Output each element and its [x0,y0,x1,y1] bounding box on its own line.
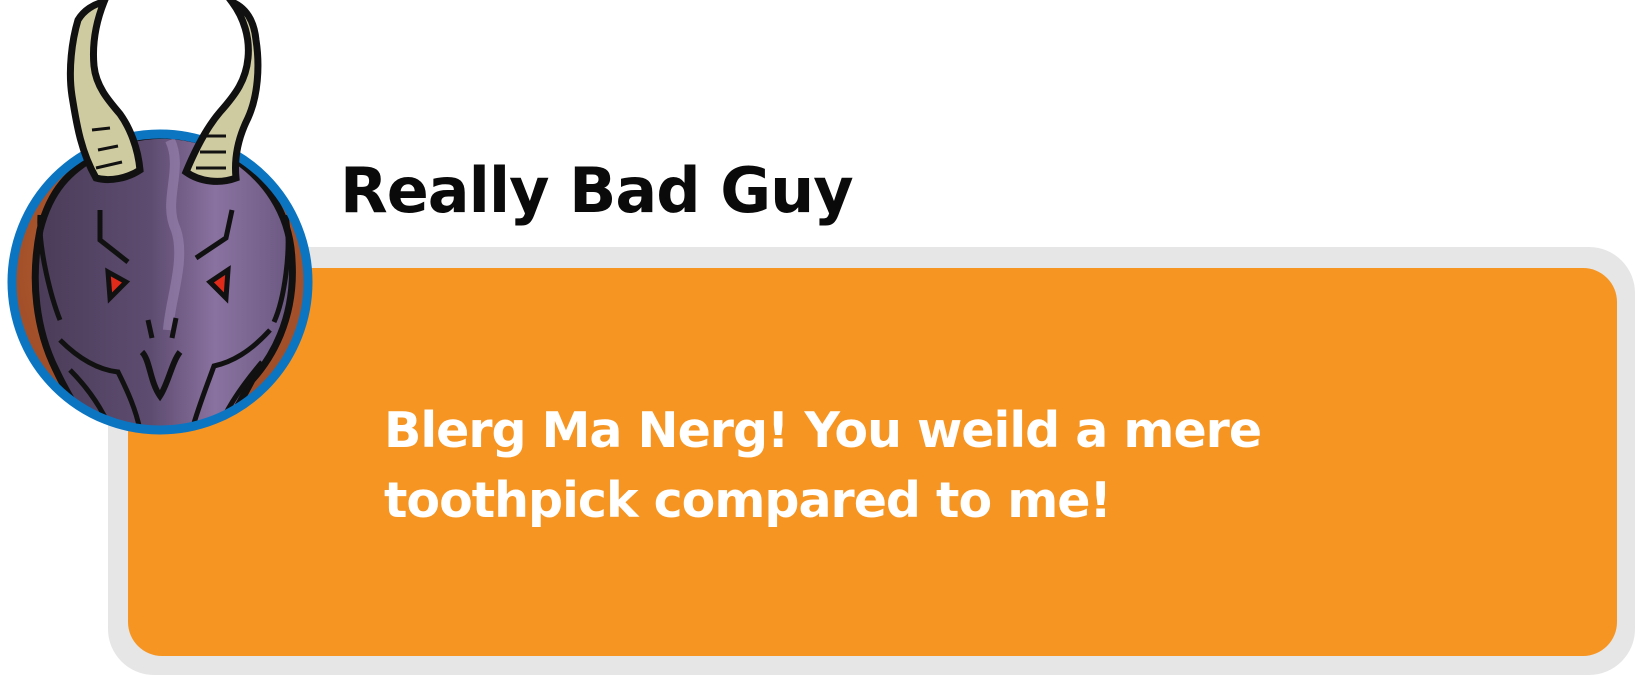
right-horn [181,0,262,185]
dialog-text: Blerg Ma Nerg! You weild a mere toothpic… [384,402,1262,529]
speaker-name: Really Bad Guy [340,154,854,227]
dialogue-box: Really Bad Guy Blerg Ma Nerg! You weild … [0,0,1637,677]
demon-portrait-icon [7,0,313,435]
